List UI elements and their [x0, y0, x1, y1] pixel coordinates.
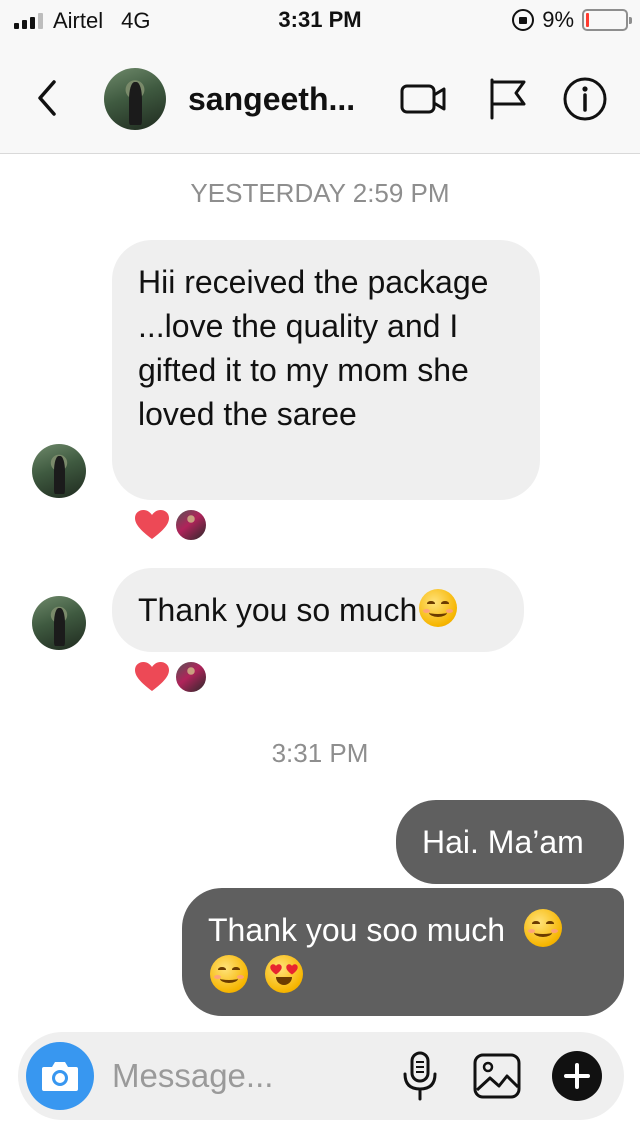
incoming-message-bubble[interactable]: Hii received the package ...love the qua… [112, 240, 540, 500]
reactor-avatar [174, 660, 208, 694]
message-composer [18, 1032, 624, 1120]
outgoing-message-bubble[interactable]: Hai. Ma’am [396, 800, 624, 884]
message-text: Thank you so much [138, 592, 418, 628]
incoming-message-bubble[interactable]: Thank you so much [112, 568, 524, 652]
sender-avatar[interactable] [32, 596, 86, 650]
timestamp-yesterday: YESTERDAY 2:59 PM [190, 178, 450, 208]
heart-eyes-face-icon [264, 955, 303, 993]
microphone-icon[interactable] [400, 1050, 440, 1102]
timestamp-today: 3:31 PM [271, 738, 369, 768]
message-reaction[interactable] [134, 508, 208, 542]
outgoing-message-bubble[interactable]: Thank you soo much [182, 888, 624, 1016]
info-icon[interactable] [560, 76, 610, 122]
message-text: Hai. Ma’am [422, 824, 584, 860]
video-call-icon[interactable] [398, 76, 448, 122]
orientation-lock-icon [512, 9, 535, 31]
smiling-face-icon [419, 589, 458, 627]
battery-percent: 9% [542, 7, 574, 32]
image-gallery-icon[interactable] [472, 1052, 522, 1100]
smiling-face-icon [210, 955, 248, 993]
message-input[interactable] [112, 1054, 382, 1098]
header-avatar[interactable] [104, 68, 166, 130]
plus-icon [564, 1063, 590, 1089]
camera-button[interactable] [26, 1042, 94, 1110]
camera-icon [42, 1062, 78, 1091]
chevron-left-icon[interactable] [32, 78, 62, 118]
battery-level-fill [586, 13, 590, 27]
status-right: 9% [512, 7, 632, 33]
reactor-avatar [174, 508, 208, 542]
smiling-face-icon [523, 909, 562, 947]
message-text: Thank you soo much [208, 912, 506, 948]
status-bar: Airtel 4G 3:31 PM 9% [0, 0, 640, 40]
message-text: Hii received the package ...love the qua… [138, 264, 489, 432]
heart-reaction-icon [135, 662, 169, 691]
heart-reaction-icon [135, 510, 169, 539]
message-reaction[interactable] [134, 660, 208, 694]
chat-header: sangeeth... [0, 40, 640, 154]
plus-button[interactable] [552, 1051, 602, 1101]
sender-avatar[interactable] [32, 444, 86, 498]
flag-icon[interactable] [484, 76, 534, 122]
chat-username[interactable]: sangeeth... [188, 81, 355, 118]
battery-icon [582, 9, 632, 31]
